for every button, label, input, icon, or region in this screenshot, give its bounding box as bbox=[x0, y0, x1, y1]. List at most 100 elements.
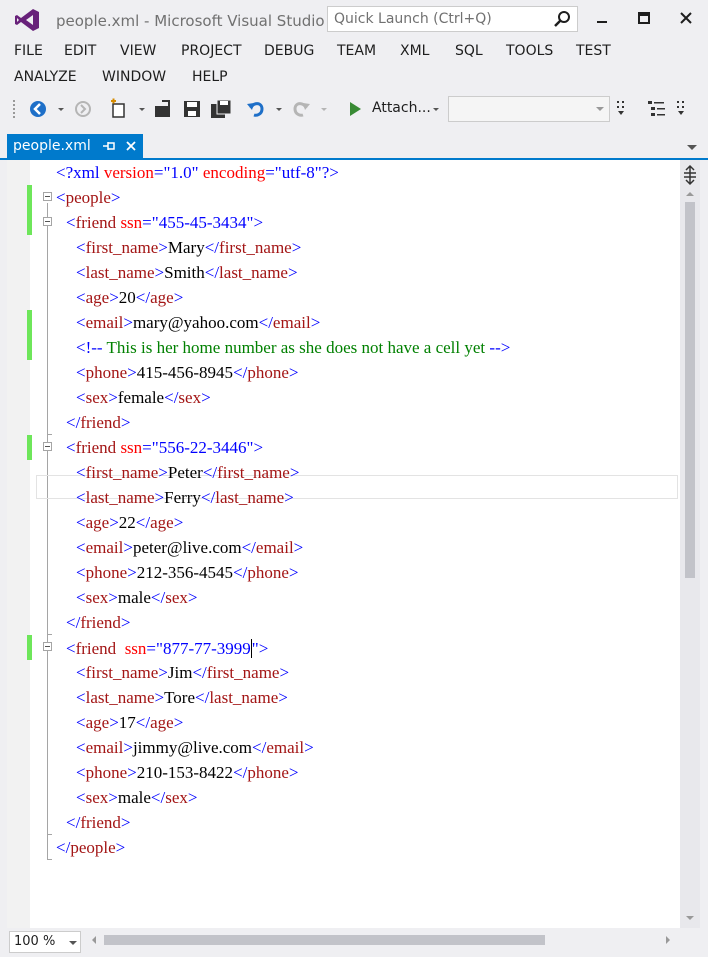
collapse-friend-1-icon[interactable] bbox=[43, 217, 52, 226]
debug-target-dropdown[interactable] bbox=[448, 96, 610, 122]
scroll-left-icon[interactable] bbox=[90, 935, 98, 945]
token: =" bbox=[265, 163, 282, 182]
menu-analyze[interactable]: ANALYZE bbox=[14, 69, 77, 85]
token: encoding bbox=[202, 163, 266, 182]
toolbar-overflow-icon[interactable] bbox=[676, 98, 690, 120]
token: " bbox=[191, 163, 203, 182]
menu-project[interactable]: PROJECT bbox=[181, 43, 242, 59]
menu-file[interactable]: FILE bbox=[14, 43, 43, 59]
navigate-forward-icon[interactable] bbox=[72, 98, 94, 120]
menu-xml[interactable]: XML bbox=[400, 43, 429, 59]
friend-3-ssn: 877-77-3999 bbox=[162, 639, 251, 658]
quick-launch-placeholder: Quick Launch (Ctrl+Q) bbox=[334, 11, 492, 27]
code-line: <friend ssn="556-22-3446"> bbox=[66, 438, 264, 457]
scroll-down-icon[interactable] bbox=[685, 914, 695, 922]
code-line: <last_name>Smith</last_name> bbox=[76, 263, 298, 282]
quick-launch-input[interactable]: Quick Launch (Ctrl+Q) bbox=[327, 6, 578, 32]
pin-icon[interactable] bbox=[102, 140, 116, 152]
tab-overflow-chevron-icon[interactable] bbox=[686, 142, 698, 152]
friend-3-first-name: Jim bbox=[167, 663, 193, 682]
chevron-down-icon[interactable] bbox=[274, 98, 284, 120]
friend-2-sex: male bbox=[117, 588, 151, 607]
document-tab-strip: people.xml bbox=[0, 134, 708, 158]
friend-3-age: 17 bbox=[118, 713, 136, 732]
code-line: <phone>212-356-4545</phone> bbox=[76, 563, 299, 582]
outline-list-icon[interactable] bbox=[646, 98, 668, 120]
change-marker bbox=[27, 435, 32, 460]
navigate-back-icon[interactable] bbox=[27, 98, 49, 120]
tab-people-xml[interactable]: people.xml bbox=[7, 134, 143, 158]
friend-1-sex: female bbox=[117, 388, 165, 407]
search-icon[interactable] bbox=[553, 10, 571, 28]
collapse-friend-3-icon[interactable] bbox=[43, 642, 52, 651]
chevron-down-icon[interactable] bbox=[69, 940, 77, 946]
chevron-down-icon[interactable] bbox=[595, 105, 605, 113]
scroll-right-icon[interactable] bbox=[664, 935, 672, 945]
close-tab-icon[interactable] bbox=[125, 140, 137, 152]
code-line: </friend> bbox=[66, 813, 131, 832]
token: =" bbox=[153, 163, 171, 182]
code-line: <last_name>Tore</last_name> bbox=[76, 688, 288, 707]
menu-view[interactable]: VIEW bbox=[120, 43, 156, 59]
align-icon[interactable] bbox=[616, 98, 630, 120]
friend-2-email: peter@live.com bbox=[132, 538, 242, 557]
maximize-button[interactable] bbox=[634, 8, 654, 28]
menu-bar: FILE EDIT VIEW PROJECT DEBUG TEAM XML SQ… bbox=[0, 40, 708, 92]
token: ssn bbox=[124, 639, 147, 658]
friend-2-ssn: 556-22-3446 bbox=[158, 438, 247, 457]
chevron-down-icon[interactable] bbox=[319, 98, 329, 120]
change-marker bbox=[27, 335, 32, 360]
menu-test[interactable]: TEST bbox=[576, 43, 611, 59]
code-line: <age>22</age> bbox=[76, 513, 184, 532]
code-line: <phone>210-153-8422</phone> bbox=[76, 763, 299, 782]
change-marker bbox=[27, 635, 32, 660]
split-window-icon[interactable] bbox=[682, 164, 698, 186]
code-line: <first_name>Jim</first_name> bbox=[76, 663, 290, 682]
fold-guide-end bbox=[47, 859, 52, 860]
code-line: <!-- This is her home number as she does… bbox=[76, 338, 511, 357]
chevron-down-icon[interactable] bbox=[431, 98, 441, 120]
start-debug-icon[interactable] bbox=[346, 98, 364, 120]
token: ssn bbox=[120, 438, 143, 457]
tab-label: people.xml bbox=[13, 138, 91, 154]
scroll-up-icon[interactable] bbox=[685, 190, 695, 198]
open-file-icon[interactable] bbox=[152, 98, 174, 120]
fold-guide-end bbox=[47, 434, 52, 435]
menu-edit[interactable]: EDIT bbox=[64, 43, 96, 59]
code-line: <sex>male</sex> bbox=[76, 588, 198, 607]
collapse-friend-2-icon[interactable] bbox=[43, 442, 52, 451]
token: <?xml bbox=[56, 163, 104, 182]
code-line: <sex>female</sex> bbox=[76, 388, 211, 407]
collapse-people-icon[interactable] bbox=[43, 192, 52, 201]
friend-1-last-name: Smith bbox=[164, 263, 205, 282]
code-line: <people> bbox=[56, 188, 121, 207]
menu-debug[interactable]: DEBUG bbox=[264, 43, 314, 59]
new-project-icon[interactable] bbox=[108, 98, 130, 120]
attach-button[interactable]: Attach... bbox=[372, 100, 431, 116]
menu-window[interactable]: WINDOW bbox=[102, 69, 166, 85]
code-line: </friend> bbox=[66, 413, 131, 432]
save-all-icon[interactable] bbox=[209, 98, 233, 120]
chevron-down-icon[interactable] bbox=[56, 98, 66, 120]
undo-icon[interactable] bbox=[245, 98, 267, 120]
redo-icon[interactable] bbox=[290, 98, 312, 120]
token: version bbox=[103, 163, 154, 182]
close-window-button[interactable] bbox=[676, 8, 696, 28]
horizontal-scroll-thumb[interactable] bbox=[104, 935, 545, 945]
code-line: <email>mary@yahoo.com</email> bbox=[76, 313, 321, 332]
minimize-button[interactable] bbox=[592, 8, 612, 28]
save-icon[interactable] bbox=[181, 98, 203, 120]
toolbar-grip-icon[interactable] bbox=[12, 98, 18, 120]
menu-help[interactable]: HELP bbox=[192, 69, 228, 85]
window-title: people.xml - Microsoft Visual Studio bbox=[56, 12, 325, 30]
zoom-dropdown[interactable]: 100 % bbox=[9, 931, 81, 953]
friend-2-phone: 212-356-4545 bbox=[136, 563, 234, 582]
menu-tools[interactable]: TOOLS bbox=[506, 43, 553, 59]
vertical-scrollbar[interactable] bbox=[680, 160, 700, 928]
chevron-down-icon[interactable] bbox=[137, 98, 147, 120]
friend-1-age: 20 bbox=[118, 288, 136, 307]
menu-sql[interactable]: SQL bbox=[455, 43, 483, 59]
menu-team[interactable]: TEAM bbox=[337, 43, 376, 59]
vertical-scroll-thumb[interactable] bbox=[685, 202, 695, 578]
token: ssn bbox=[120, 213, 143, 232]
